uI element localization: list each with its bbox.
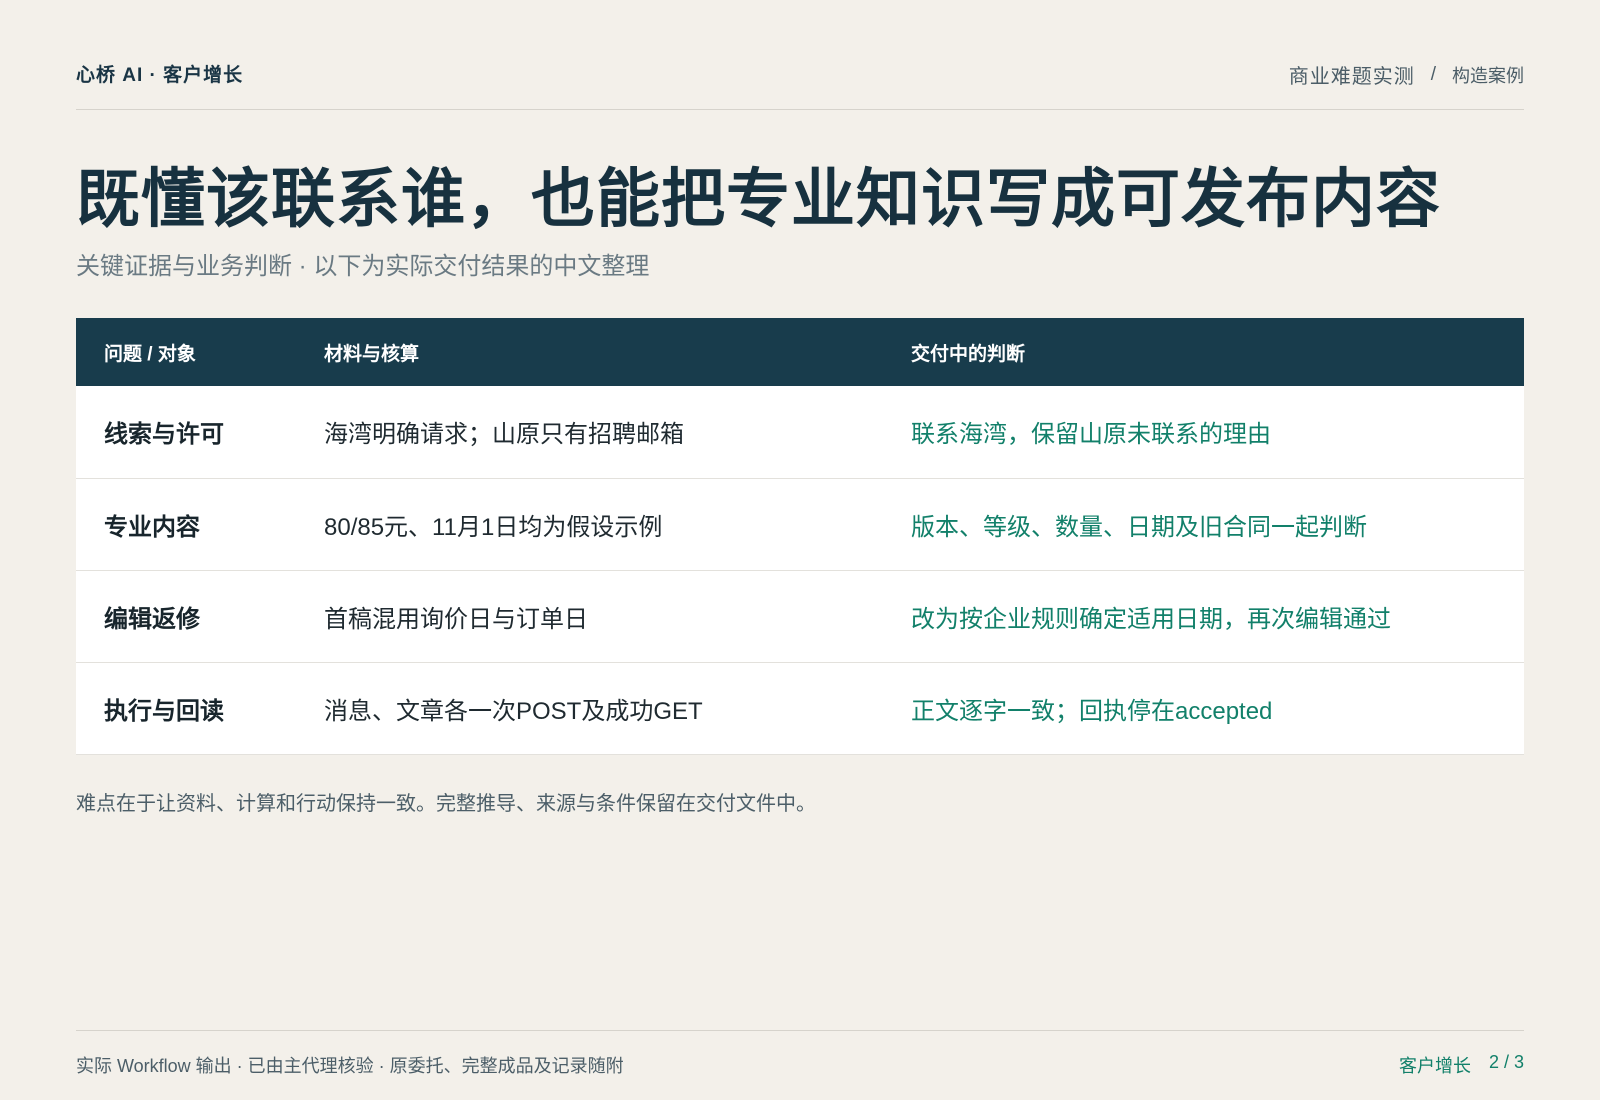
row-judgement: 正文逐字一致；回执停在accepted	[911, 697, 1273, 725]
table-row: 执行与回读 消息、文章各一次POST及成功GET 正文逐字一致；回执停在acce…	[76, 662, 1524, 754]
row-issue: 编辑返修	[104, 605, 200, 633]
breadcrumb-secondary: 构造案例	[1452, 65, 1524, 86]
footer: 实际 Workflow 输出 · 已由主代理核验 · 原委托、完整成品及记录随附…	[76, 1030, 1524, 1076]
page-title: 既懂该联系谁，也能把专业知识写成可发布内容	[76, 163, 1441, 235]
footer-section-label: 客户增长	[1398, 1055, 1471, 1076]
summary-note: 难点在于让资料、计算和行动保持一致。完整推导、来源与条件保留在交付文件中。	[76, 793, 816, 815]
row-judgement: 改为按企业规则确定适用日期，再次编辑通过	[911, 605, 1391, 633]
row-issue: 线索与许可	[104, 421, 224, 449]
evidence-table: 问题 / 对象 材料与核算 交付中的判断 线索与许可 海湾明确请求；山原只有招聘…	[76, 318, 1524, 755]
table-row: 编辑返修 首稿混用询价日与订单日 改为按企业规则确定适用日期，再次编辑通过	[76, 570, 1524, 662]
breadcrumb-separator: /	[1430, 63, 1436, 85]
row-judgement: 联系海湾，保留山原未联系的理由	[911, 421, 1271, 449]
row-material: 消息、文章各一次POST及成功GET	[324, 697, 703, 725]
row-material: 80/85元、11月1日均为假设示例	[324, 513, 663, 541]
row-judgement: 版本、等级、数量、日期及旧合同一起判断	[911, 513, 1367, 541]
row-material: 首稿混用询价日与订单日	[324, 605, 588, 633]
breadcrumb: 商业难题实测 / 构造案例	[1289, 52, 1524, 89]
breadcrumb-primary: 商业难题实测	[1288, 66, 1415, 88]
footer-source-note: 实际 Workflow 输出 · 已由主代理核验 · 原委托、完整成品及记录随附	[76, 1055, 624, 1076]
table-row: 专业内容 80/85元、11月1日均为假设示例 版本、等级、数量、日期及旧合同一…	[76, 478, 1524, 570]
row-issue: 执行与回读	[104, 697, 224, 725]
table-header-row: 问题 / 对象 材料与核算 交付中的判断	[76, 318, 1524, 386]
footer-page-info: 客户增长 2 / 3	[1399, 1052, 1524, 1078]
table-row: 线索与许可 海湾明确请求；山原只有招聘邮箱 联系海湾，保留山原未联系的理由	[76, 386, 1524, 478]
column-header-material: 材料与核算	[324, 343, 420, 365]
brand-label: 心桥 AI · 客户增长	[76, 65, 244, 86]
top-bar: 心桥 AI · 客户增长 商业难题实测 / 构造案例	[76, 52, 1524, 110]
page-number: 2 / 3	[1488, 1051, 1524, 1072]
row-material: 海湾明确请求；山原只有招聘邮箱	[324, 421, 684, 449]
column-header-judgement: 交付中的判断	[911, 343, 1026, 365]
column-header-issue: 问题 / 对象	[104, 343, 196, 365]
page-subtitle: 关键证据与业务判断 · 以下为实际交付结果的中文整理	[76, 253, 650, 280]
row-issue: 专业内容	[104, 513, 200, 541]
